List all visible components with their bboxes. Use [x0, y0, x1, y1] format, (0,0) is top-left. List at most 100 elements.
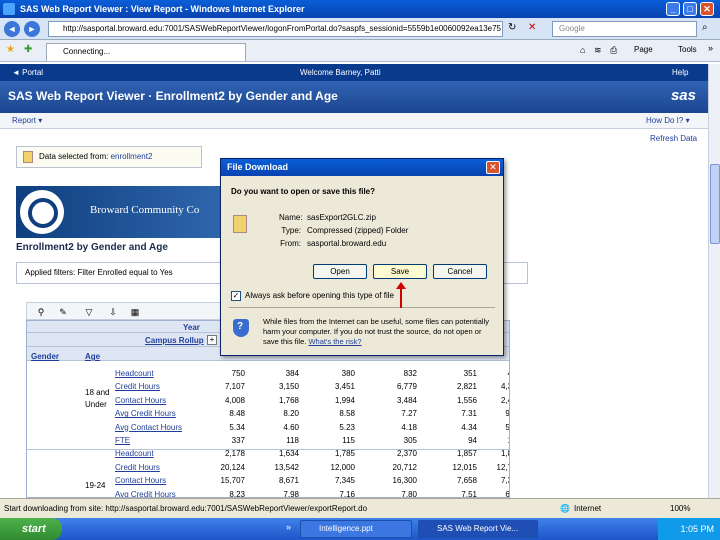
toolbar-overflow-chevron[interactable]: » [708, 43, 713, 53]
group-separator [27, 449, 509, 450]
start-button[interactable]: start [0, 518, 62, 540]
risk-link[interactable]: What's the risk? [308, 337, 361, 346]
table-toolbar: ⚲ ✎ ▽ ⇩ ▦ [26, 302, 226, 320]
security-warning: While files from the Internet can be use… [263, 317, 493, 347]
dialog-question: Do you want to open or save this file? [231, 187, 376, 196]
table-cell: 1,634 [278, 449, 299, 459]
url-input[interactable]: http://sasportal.broward.edu:7001/SASWeb… [48, 21, 503, 37]
table-cell: 4,381 [500, 382, 509, 392]
table-cell: 20,712 [392, 462, 417, 472]
type-label: Type: [281, 226, 301, 235]
table-cell: 5.23 [339, 422, 355, 432]
table-cell: 15,707 [220, 476, 245, 486]
age-header[interactable]: Age [85, 352, 100, 362]
report-menu[interactable]: Report ▾ [12, 113, 42, 129]
minimize-button[interactable]: _ [666, 2, 680, 16]
row-label[interactable]: Credit Hours [115, 382, 160, 392]
table-cell: 2,821 [456, 382, 477, 392]
campus-header[interactable]: Campus Rollup [145, 336, 204, 346]
feeds-icon[interactable]: ≋ [594, 45, 602, 56]
task-sas-web-report[interactable]: SAS Web Report Vie... [418, 520, 538, 538]
table-cell: 4.34 [461, 422, 477, 432]
data-selected-box: Data selected from: enrollment2 [16, 146, 202, 168]
expand-campus-icon[interactable]: + [207, 335, 217, 345]
edit-icon[interactable]: ✎ [57, 306, 69, 318]
row-label[interactable]: Avg Credit Hours [115, 490, 176, 497]
how-do-i-menu[interactable]: How Do I? ▾ [646, 113, 690, 129]
open-button[interactable]: Open [313, 264, 367, 279]
dialog-title: File Download [221, 159, 503, 176]
row-label[interactable]: Contact Hours [115, 396, 166, 406]
table-cell: 7.27 [401, 409, 417, 419]
help-link[interactable]: Help [672, 64, 688, 81]
table-cell: 16,300 [392, 476, 417, 486]
add-favorites-icon[interactable]: ✚ [24, 44, 32, 55]
portal-back-link[interactable]: ◄ Portal [12, 64, 43, 81]
always-ask-label: Always ask before opening this type of f… [245, 291, 394, 300]
dialog-close-button[interactable]: ✕ [486, 161, 500, 174]
row-label[interactable]: Headcount [115, 369, 154, 379]
sas-logo: sas [670, 87, 696, 104]
data-selected-value[interactable]: enrollment2 [111, 152, 153, 161]
search-icon[interactable]: ⌕ [702, 22, 708, 33]
page-menu[interactable]: Page [634, 45, 653, 54]
taskbar: start » Intelligence.ppt SAS Web Report … [0, 518, 720, 540]
row-label[interactable]: Avg Credit Hours [115, 409, 176, 419]
close-button[interactable]: ✕ [700, 2, 714, 16]
table-cell: 7,345 [334, 476, 355, 486]
from-label: From: [280, 239, 301, 248]
banner-title: SAS Web Report Viewer · Enrollment2 by G… [8, 89, 338, 103]
ie-icon [3, 3, 15, 15]
refresh-icon[interactable]: ↻ [508, 22, 516, 33]
favorites-star-icon[interactable]: ★ [6, 44, 15, 55]
search-input[interactable]: Google [552, 21, 697, 37]
security-shield-icon [233, 319, 249, 337]
table-cell: 115 [342, 436, 355, 445]
type-value: Compressed (zipped) Folder [307, 226, 409, 235]
task-intelligence-ppt[interactable]: Intelligence.ppt [300, 520, 412, 538]
row-label[interactable]: FTE [115, 436, 130, 446]
always-ask-checkbox[interactable]: ✓ [231, 291, 241, 301]
table-cell: 1,820 [500, 449, 509, 459]
home-icon[interactable]: ⌂ [580, 45, 585, 55]
zoom-level[interactable]: 100% [670, 499, 690, 519]
refresh-data-link[interactable]: Refresh Data [650, 134, 697, 143]
table-cell: 6,779 [396, 382, 417, 392]
tab-connecting[interactable]: Connecting... [46, 43, 246, 61]
data-source-icon [23, 151, 33, 163]
table-cell: 351 [463, 369, 477, 378]
stop-icon[interactable]: ✕ [528, 22, 536, 33]
row-label[interactable]: Contact Hours [115, 476, 166, 486]
table-cell: 8.23 [229, 489, 245, 498]
forward-icon[interactable]: ► [24, 21, 40, 37]
report-title: Enrollment2 by Gender and Age [16, 242, 168, 253]
back-icon[interactable]: ◄ [4, 21, 20, 37]
table-cell: 7.51 [461, 489, 477, 498]
table-cell: 750 [231, 369, 245, 378]
page-scrollbar[interactable] [708, 64, 720, 498]
table-cell: 4.18 [401, 422, 417, 432]
save-button[interactable]: Save [373, 264, 427, 279]
table-cell: 8.20 [283, 409, 299, 419]
scrollbar-thumb[interactable] [710, 164, 720, 244]
zone-label: Internet [574, 504, 602, 513]
row-label[interactable]: Avg Contact Hours [115, 423, 182, 433]
tools-menu[interactable]: Tools [678, 45, 697, 54]
filter-icon[interactable]: ▽ [83, 306, 95, 318]
system-tray-clock: 1:05 PM [658, 518, 720, 540]
welcome-text: Welcome Barney, Patti [300, 68, 381, 77]
cancel-button[interactable]: Cancel [433, 264, 487, 279]
table-cell: 8.58 [339, 409, 355, 419]
row-label[interactable]: Headcount [115, 449, 154, 459]
maximize-button[interactable]: □ [683, 2, 697, 16]
row-label[interactable]: Credit Hours [115, 463, 160, 473]
print-icon[interactable]: ⎙ [610, 45, 617, 56]
year-header[interactable]: Year [183, 323, 200, 333]
gender-header[interactable]: Gender [31, 352, 59, 362]
taskbar-chevron[interactable]: » [286, 522, 291, 532]
bike-icon[interactable]: ⚲ [35, 306, 47, 318]
table-view-icon[interactable]: ▦ [129, 306, 141, 318]
window-title-bar: SAS Web Report Viewer : View Report - Wi… [0, 0, 720, 18]
table-cell: 7.80 [401, 489, 417, 498]
export-icon[interactable]: ⇩ [107, 306, 119, 318]
